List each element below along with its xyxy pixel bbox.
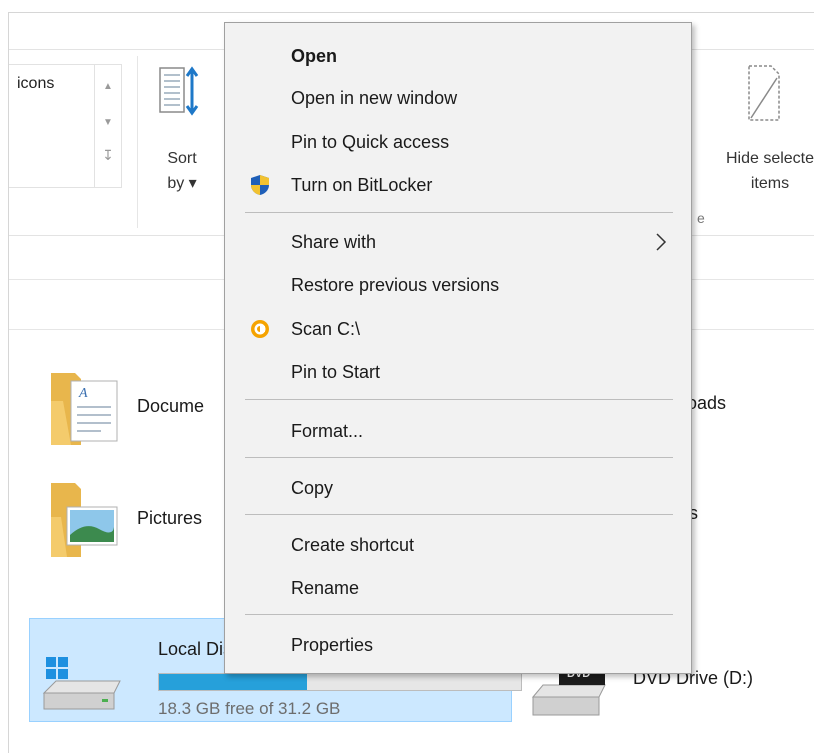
ribbon-group-separator: [137, 56, 138, 228]
menu-item-label: Turn on BitLocker: [291, 174, 433, 195]
menu-item-label: Share with: [291, 231, 377, 252]
menu-item-label: Pin to Start: [291, 361, 381, 382]
folder-item-documents[interactable]: A Docume: [49, 365, 204, 447]
sort-label-line1: Sort: [167, 150, 197, 167]
hide-label-line2: items: [750, 175, 790, 192]
menu-item-create-shortcut[interactable]: Create shortcut: [225, 526, 691, 564]
gallery-down-icon[interactable]: ▼: [95, 117, 121, 128]
drive-usage-fill: [159, 674, 308, 690]
menu-item-pin-quick-access[interactable]: Pin to Quick access: [225, 123, 691, 161]
menu-item-copy[interactable]: Copy: [225, 469, 691, 507]
menu-item-label: Scan C:\: [291, 318, 361, 339]
menu-item-turn-on-bitlocker[interactable]: Turn on BitLocker: [225, 166, 691, 204]
documents-folder-icon: A: [51, 373, 118, 445]
menu-item-format[interactable]: Format...: [225, 412, 691, 450]
menu-item-scan[interactable]: Scan C:\: [225, 310, 691, 348]
folder-label-pictures: Pictures: [137, 507, 203, 528]
pictures-folder-icon: [51, 483, 118, 557]
gallery-up-icon[interactable]: ▲: [95, 81, 121, 92]
drive-usage-bar: [158, 673, 522, 691]
sort-label-line2: by ▾: [167, 175, 197, 192]
hide-selected-items-button[interactable]: Hide selecte items: [701, 64, 814, 204]
menu-item-share-with[interactable]: Share with: [225, 223, 691, 261]
menu-separator: [245, 614, 673, 615]
hide-label-line1: Hide selecte: [725, 150, 814, 167]
menu-separator: [245, 212, 673, 213]
drive-free-space: 18.3 GB free of 31.2 GB: [158, 699, 341, 718]
menu-item-label: Open: [291, 45, 338, 66]
sort-by-button[interactable]: Sort by ▾: [149, 64, 215, 204]
drive-name-local-disk: Local Dis: [158, 639, 233, 659]
submenu-arrow-icon: [656, 233, 667, 251]
antivirus-scan-icon: [251, 320, 269, 338]
local-disk-drive-icon: [42, 657, 121, 710]
gallery-expand-icon[interactable]: ↧: [95, 147, 121, 164]
menu-item-label: Copy: [291, 477, 334, 498]
sort-icon: [159, 66, 199, 116]
menu-item-open-new-window[interactable]: Open in new window: [225, 79, 691, 117]
menu-item-label: Format...: [291, 420, 364, 441]
menu-item-pin-to-start[interactable]: Pin to Start: [225, 353, 691, 391]
menu-item-label: Create shortcut: [291, 534, 415, 555]
svg-text:A: A: [78, 386, 88, 401]
hide-items-icon: [748, 65, 780, 121]
sort-by-label: Sort by ▾: [149, 146, 215, 196]
menu-item-open[interactable]: Open: [225, 37, 691, 75]
menu-item-label: Pin to Quick access: [291, 131, 450, 152]
menu-item-label: Properties: [291, 634, 374, 655]
menu-item-label: Restore previous versions: [291, 274, 500, 295]
partial-ribbon-group-text: e: [697, 210, 705, 226]
menu-item-properties[interactable]: Properties: [225, 626, 691, 664]
menu-separator: [245, 399, 673, 400]
menu-item-rename[interactable]: Rename: [225, 569, 691, 607]
menu-separator: [245, 457, 673, 458]
layout-gallery-scroll[interactable]: ▲ ▼ ↧: [94, 65, 121, 187]
layout-option-icons[interactable]: icons: [17, 75, 54, 93]
menu-item-restore-previous-versions[interactable]: Restore previous versions: [225, 266, 691, 304]
folder-label-documents: Docume: [137, 395, 205, 416]
menu-item-label: Open in new window: [291, 87, 458, 108]
menu-item-label: Rename: [291, 577, 360, 598]
hide-selected-label: Hide selecte items: [703, 146, 814, 196]
menu-separator: [245, 514, 673, 515]
folder-item-pictures[interactable]: Pictures: [49, 477, 202, 559]
shield-icon: [251, 175, 269, 195]
context-menu: Open Open in new window Pin to Quick acc…: [224, 22, 692, 674]
layout-gallery[interactable]: icons ▲ ▼ ↧: [9, 64, 122, 188]
